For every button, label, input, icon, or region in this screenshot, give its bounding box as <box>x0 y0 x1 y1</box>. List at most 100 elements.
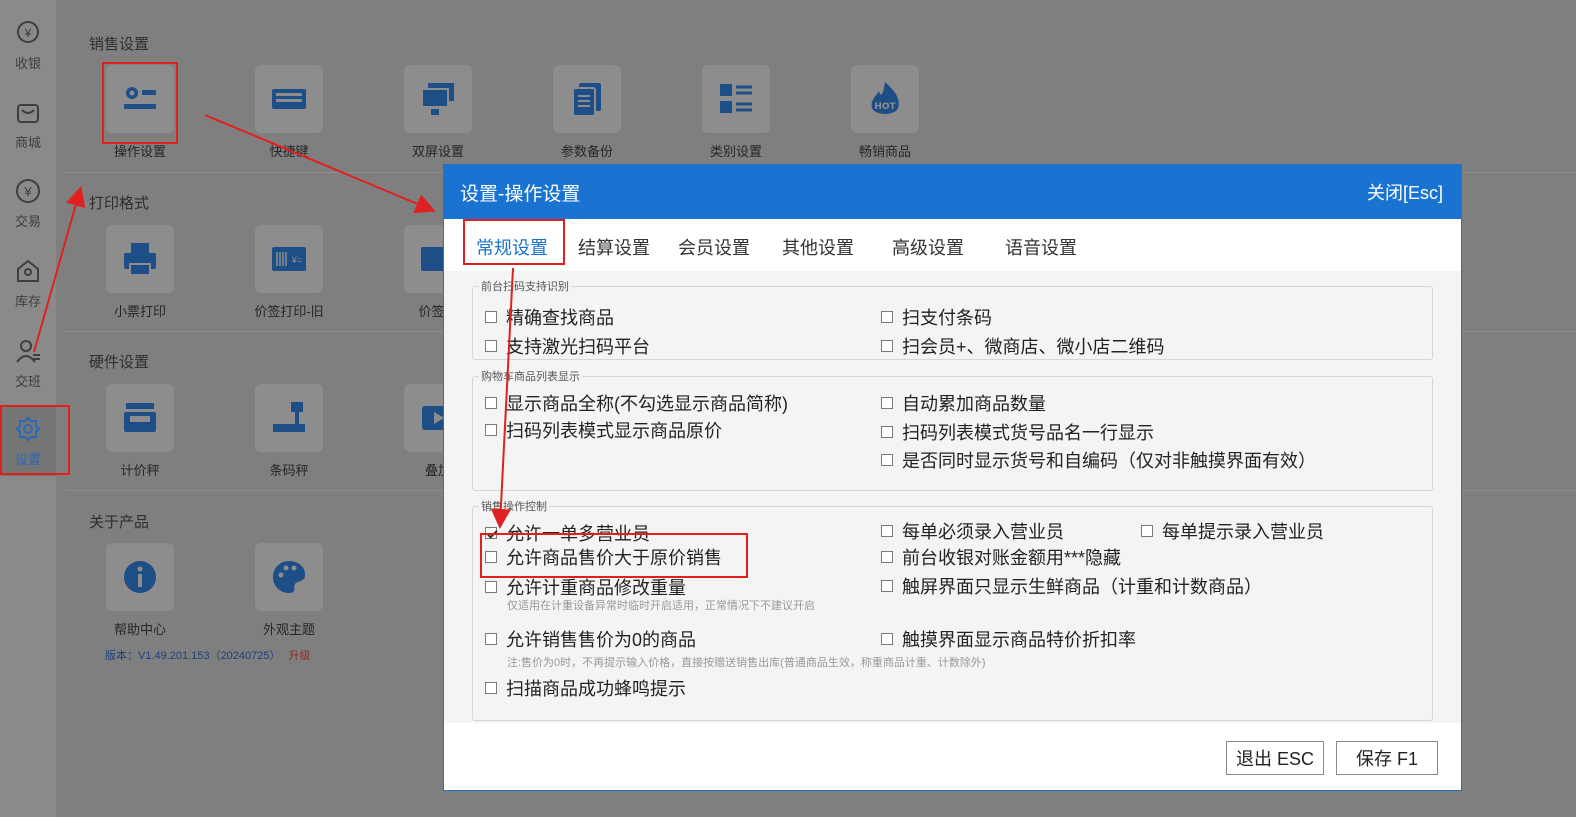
option-member-qr[interactable]: 扫会员+、微商店、微小店二维码 <box>881 333 1165 359</box>
dialog-title: 设置-操作设置 <box>460 183 581 205</box>
tab-other[interactable]: 其他设置 <box>782 234 854 260</box>
dual-screen-icon <box>421 83 454 115</box>
close-button[interactable]: 关闭[Esc] <box>1367 179 1443 205</box>
tab-checkout[interactable]: 结算设置 <box>578 234 650 260</box>
highlight-box <box>480 533 748 578</box>
save-button[interactable]: 保存 F1 <box>1336 741 1438 775</box>
option-exact-find[interactable]: 精确查找商品 <box>485 304 614 330</box>
option-label: 每单必须录入营业员 <box>902 522 1064 542</box>
checkbox[interactable] <box>881 426 893 438</box>
option-label: 触屏界面只显示生鲜商品（计重和计数商品） <box>902 577 1262 597</box>
option-label: 每单提示录入营业员 <box>1162 522 1324 542</box>
section-title-sales: 销售设置 <box>89 36 150 53</box>
option-zero-price[interactable]: 允许销售售价为0的商品 <box>485 626 696 652</box>
option-require-clerk[interactable]: 每单必须录入营业员 <box>881 518 1064 544</box>
option-label: 扫会员+、微商店、微小店二维码 <box>902 337 1165 357</box>
option-full-name[interactable]: 显示商品全称(不勾选显示商品简称) <box>485 390 788 416</box>
option-prompt-clerk[interactable]: 每单提示录入营业员 <box>1141 518 1324 544</box>
highlight-box <box>0 405 70 475</box>
tile-price-tag-old[interactable]: ¥= 价签打印-旧 <box>229 225 349 320</box>
printer-icon <box>124 243 156 276</box>
checkbox[interactable] <box>881 454 893 466</box>
sidebar-item-cashier[interactable]: ¥ 收银 <box>0 10 56 80</box>
checkbox[interactable] <box>485 311 497 323</box>
tile-receipt-print[interactable]: 小票打印 <box>80 225 200 320</box>
barcode-scale-icon <box>273 402 305 432</box>
option-label: 支持激光扫码平台 <box>506 337 650 357</box>
sidebar-item-label: 交班 <box>14 373 41 389</box>
option-label: 扫描商品成功蜂鸣提示 <box>506 679 686 699</box>
option-label: 是否同时显示货号和自编码（仅对非触摸界面有效） <box>902 451 1316 471</box>
option-hide-amount[interactable]: 前台收银对账金额用***隐藏 <box>881 544 1121 570</box>
checkbox[interactable] <box>881 580 893 592</box>
dialog-tabs: 常规设置 结算设置 会员设置 其他设置 高级设置 语音设置 <box>444 219 1461 271</box>
checkbox[interactable] <box>485 397 497 409</box>
option-label: 触摸界面显示商品特价折扣率 <box>902 630 1136 650</box>
tile-dual-screen[interactable]: 双屏设置 <box>378 65 498 160</box>
option-label: 扫支付条码 <box>902 308 992 328</box>
tile-param-backup[interactable]: 参数备份 <box>527 65 647 160</box>
exit-button[interactable]: 退出 ESC <box>1226 741 1324 775</box>
sidebar-item-trade[interactable]: ¥ 交易 <box>0 168 56 238</box>
category-list-icon <box>720 84 752 113</box>
checkbox[interactable] <box>881 525 893 537</box>
tile-label: 畅销商品 <box>858 144 911 159</box>
user-shift-icon <box>16 339 40 363</box>
option-code-name-one-line[interactable]: 扫码列表模式货号品名一行显示 <box>881 419 1154 445</box>
tab-advanced[interactable]: 高级设置 <box>892 234 964 260</box>
tile-label: 条码秤 <box>269 463 309 478</box>
tile-theme[interactable]: 外观主题 <box>229 543 349 638</box>
checkbox[interactable] <box>881 397 893 409</box>
checkbox[interactable] <box>485 581 497 593</box>
tile-barcode-scale[interactable]: 条码秤 <box>229 384 349 479</box>
group-title: 前台扫码支持识别 <box>479 278 571 294</box>
highlight-box <box>102 62 178 144</box>
option-show-original-price[interactable]: 扫码列表模式显示商品原价 <box>485 417 722 443</box>
option-discount-rate[interactable]: 触摸界面显示商品特价折扣率 <box>881 626 1136 652</box>
checkbox[interactable] <box>881 633 893 645</box>
option-fresh-only[interactable]: 触屏界面只显示生鲜商品（计重和计数商品） <box>881 573 1262 599</box>
group-cart: 购物车商品列表显示 显示商品全称(不勾选显示商品简称) 自动累加商品数量 扫码列… <box>472 368 1433 491</box>
checkbox[interactable] <box>485 340 497 352</box>
option-label: 允许销售售价为0的商品 <box>506 630 697 650</box>
tile-hot-items[interactable]: HOT 畅销商品 <box>825 65 945 160</box>
option-beep[interactable]: 扫描商品成功蜂鸣提示 <box>485 675 686 701</box>
yen-coin-icon: ¥ <box>17 20 39 43</box>
checkbox[interactable] <box>485 424 497 436</box>
option-label: 精确查找商品 <box>506 308 614 328</box>
upgrade-link[interactable]: 升级 <box>289 650 311 662</box>
sidebar-item-shift[interactable]: 交班 <box>0 328 56 398</box>
checkbox[interactable] <box>881 311 893 323</box>
checkbox[interactable] <box>485 682 497 694</box>
option-laser-scan[interactable]: 支持激光扫码平台 <box>485 333 650 359</box>
tile-help-center[interactable]: 帮助中心 <box>80 543 200 638</box>
version-text: 版本：V1.49.201.153（20240725） <box>105 650 281 662</box>
settings-dialog: 设置-操作设置 关闭[Esc] 常规设置 结算设置 会员设置 其他设置 高级设置… <box>443 164 1462 791</box>
tab-voice[interactable]: 语音设置 <box>1005 234 1077 260</box>
checkbox[interactable] <box>1141 525 1153 537</box>
highlight-box <box>463 219 565 265</box>
tile-label: 双屏设置 <box>411 144 464 159</box>
option-auto-accumulate[interactable]: 自动累加商品数量 <box>881 390 1046 416</box>
sidebar-item-inventory[interactable]: 库存 <box>0 248 56 318</box>
tab-member[interactable]: 会员设置 <box>678 234 750 260</box>
version-info: 版本：V1.49.201.153（20240725） 升级 <box>105 647 311 663</box>
tile-category-settings[interactable]: 类别设置 <box>676 65 796 160</box>
sidebar-item-label: 商城 <box>14 134 41 150</box>
checkbox[interactable] <box>881 551 893 563</box>
info-icon <box>124 561 156 593</box>
sidebar-item-label: 库存 <box>14 293 41 309</box>
option-label: 扫码列表模式货号品名一行显示 <box>902 423 1154 443</box>
checkbox[interactable] <box>485 633 497 645</box>
option-show-code-and-selfcode[interactable]: 是否同时显示货号和自编码（仅对非触摸界面有效） <box>881 447 1316 473</box>
tile-price-scale[interactable]: 计价秤 <box>80 384 200 479</box>
checkbox[interactable] <box>881 340 893 352</box>
dialog-header: 设置-操作设置 关闭[Esc] <box>444 165 1461 219</box>
tile-label: 快捷键 <box>269 144 309 159</box>
sidebar-item-mall[interactable]: 商城 <box>0 89 56 159</box>
price-tag-icon: ¥= <box>272 247 306 271</box>
tile-label: 价签打印-旧 <box>254 304 324 319</box>
tile-shortcuts[interactable]: 快捷键 <box>229 65 349 160</box>
option-scan-pay-code[interactable]: 扫支付条码 <box>881 304 992 330</box>
option-label: 自动累加商品数量 <box>902 394 1046 414</box>
